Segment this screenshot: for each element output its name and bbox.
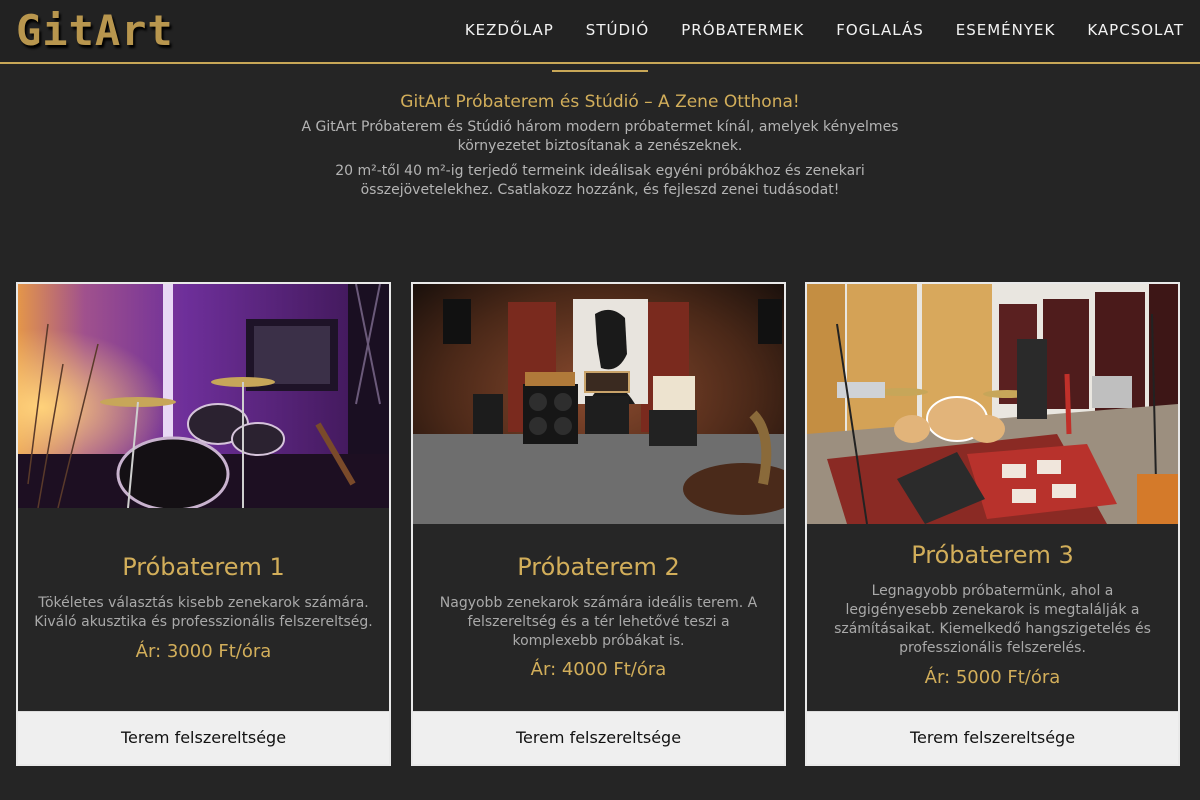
- room-price: Ár: 3000 Ft/óra: [135, 641, 272, 662]
- room-description: Legnagyobb próbatermünk, ahol a legigény…: [834, 583, 1151, 656]
- equipment-button-2[interactable]: Terem felszereltsége: [413, 711, 784, 764]
- room-title: Próbaterem 1: [122, 553, 285, 581]
- room-card-3: Próbaterem 3 Legnagyobb próbatermünk, ah…: [805, 282, 1180, 766]
- equipment-button-3[interactable]: Terem felszereltsége: [807, 711, 1178, 764]
- room-photo-1: [18, 284, 389, 508]
- room-card-1: Próbaterem 1 Tökéletes választás kisebb …: [16, 282, 391, 766]
- site-header: GitArt KEZDŐLAP STÚDIÓ PRÓBATERMEK FOGLA…: [0, 0, 1200, 64]
- nav-link-studio[interactable]: STÚDIÓ: [586, 19, 649, 41]
- intro-paragraph: A GitArt Próbaterem és Stúdió három mode…: [301, 119, 899, 154]
- nav-link-esemenyek[interactable]: ESEMÉNYEK: [956, 19, 1056, 41]
- main-nav: KEZDŐLAP STÚDIÓ PRÓBATERMEK FOGLALÁS ESE…: [433, 19, 1184, 41]
- nav-link-kezdolap[interactable]: KEZDŐLAP: [465, 19, 554, 41]
- room-title: Próbaterem 2: [517, 553, 680, 581]
- nav-link-probatermek[interactable]: PRÓBATERMEK: [681, 19, 804, 41]
- nav-link-foglalas[interactable]: FOGLALÁS: [836, 19, 924, 41]
- room-photo-3: [807, 284, 1178, 524]
- equipment-button-1[interactable]: Terem felszereltsége: [18, 711, 389, 764]
- room-photo-2: [413, 284, 784, 524]
- room-description: Tökéletes választás kisebb zenekarok szá…: [34, 595, 373, 630]
- room-price: Ár: 5000 Ft/óra: [924, 667, 1061, 688]
- section-divider: [552, 70, 648, 72]
- room-title: Próbaterem 3: [911, 541, 1074, 569]
- room-description: Nagyobb zenekarok számára ideális terem.…: [439, 595, 758, 649]
- site-logo[interactable]: GitArt: [16, 6, 174, 56]
- intro-text: A GitArt Próbaterem és Stúdió három mode…: [300, 118, 900, 206]
- room-card-2: Próbaterem 2 Nagyobb zenekarok számára i…: [411, 282, 786, 766]
- room-price: Ár: 4000 Ft/óra: [530, 659, 667, 680]
- intro-paragraph: 20 m²-től 40 m²-ig terjedő termeink ideá…: [335, 163, 865, 198]
- nav-link-kapcsolat[interactable]: KAPCSOLAT: [1087, 19, 1184, 41]
- intro-title: GitArt Próbaterem és Stúdió – A Zene Ott…: [400, 92, 800, 112]
